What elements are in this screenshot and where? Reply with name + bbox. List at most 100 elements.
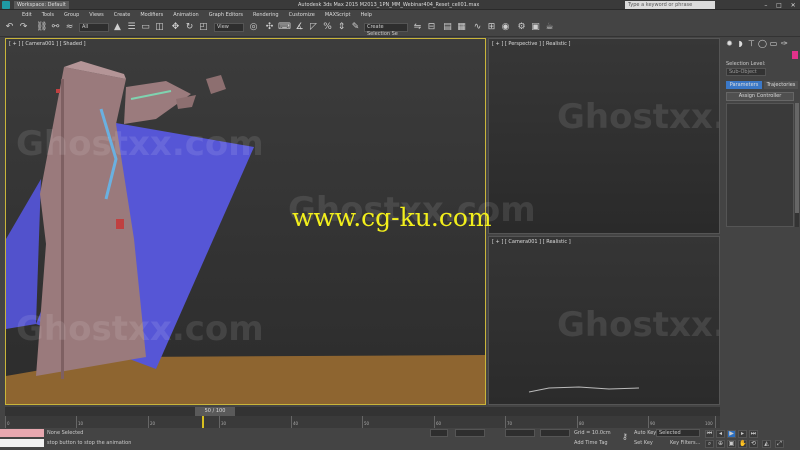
prev-frame-icon[interactable]: ◂ [716,430,725,438]
ref-coord-dropdown[interactable]: View [214,23,244,32]
create-tab-icon[interactable]: ✹ [725,39,734,48]
key-set-dropdown[interactable]: Selected [656,429,700,437]
render-setup-icon[interactable]: ⚙ [516,22,527,33]
menu-customize[interactable]: Customize [289,12,315,18]
curve-editor-icon[interactable]: ∿ [472,22,483,33]
zoom-all-icon[interactable]: ⊕ [716,440,725,448]
minimize-button[interactable]: – [764,2,767,9]
window-crossing-icon[interactable]: ◫ [154,22,165,33]
tick-label: 10 [78,421,84,426]
pan-icon[interactable]: ✋ [738,440,747,448]
menu-tools[interactable]: Tools [42,12,54,18]
select-object-icon[interactable]: ▲ [112,22,123,33]
key-icon[interactable]: ⚷ [622,433,628,441]
maximize-button[interactable]: □ [776,2,782,9]
rect-selection-icon[interactable]: ▭ [140,22,151,33]
orbit-icon[interactable]: ⟲ [749,440,758,448]
keyboard-shortcut-icon[interactable]: ⌨ [278,22,291,33]
time-slider[interactable]: 50 / 100 [5,407,720,416]
coord-x-field[interactable] [455,429,485,437]
maxscript-listener-input[interactable] [0,429,44,437]
close-button[interactable]: ✕ [791,2,796,9]
tab-trajectories[interactable]: Trajectories [764,81,798,89]
scrollbar-thumb[interactable] [795,103,799,213]
play-icon[interactable]: ▶ [727,430,736,438]
tick-label: 70 [507,421,513,426]
menu-views[interactable]: Views [89,12,103,18]
object-color-swatch[interactable] [792,51,798,59]
menu-animation[interactable]: Animation [173,12,199,18]
next-frame-icon[interactable]: ▸ [738,430,747,438]
unlink-icon[interactable]: ⚯ [50,22,61,33]
redo-icon[interactable]: ↷ [18,22,29,33]
zoom-icon[interactable]: ⌕ [705,440,714,448]
link-icon[interactable]: ⛓ [36,22,47,33]
select-by-name-icon[interactable]: ☰ [126,22,137,33]
main-toolbar: ↶ ↷ ⛓ ⚯ ≈ All ▲ ☰ ▭ ◫ ✥ ↻ ◰ View ◎ ✣ ⌨ ∡… [0,19,800,37]
menu-maxscript[interactable]: MAXScript [325,12,351,18]
search-input[interactable]: Type a keyword or phrase [625,1,715,9]
move-icon[interactable]: ✥ [170,22,181,33]
menu-group[interactable]: Group [64,12,79,18]
bind-space-warp-icon[interactable]: ≈ [64,22,75,33]
selection-filter-dropdown[interactable]: All [79,23,109,32]
coord-z-field[interactable] [540,429,570,437]
material-editor-icon[interactable]: ◉ [500,22,511,33]
modify-tab-icon[interactable]: ◗ [736,39,745,48]
add-time-tag[interactable]: Add Time Tag [574,439,608,447]
layer-manager-icon[interactable]: ▤ [442,22,453,33]
align-icon[interactable]: ⊟ [426,22,437,33]
hierarchy-tab-icon[interactable]: ⊤ [747,39,756,48]
maxscript-listener-output[interactable] [0,439,44,447]
menu-rendering[interactable]: Rendering [253,12,279,18]
scale-icon[interactable]: ◰ [198,22,209,33]
select-manipulate-icon[interactable]: ✣ [264,22,275,33]
rendered-frame-icon[interactable]: ▣ [530,22,541,33]
angle-snap-icon[interactable]: ◸ [308,22,319,33]
rotate-icon[interactable]: ↻ [184,22,195,33]
spinner-snap-icon[interactable]: ⇕ [336,22,347,33]
viewport-camera-realistic[interactable]: [ + ] [ Camera001 ] [ Realistic ] Ghostx… [488,236,720,405]
assign-controller-rollout[interactable]: Assign Controller [726,92,794,101]
viewport-label[interactable]: [ + ] [ Perspective ] [ Realistic ] [492,41,570,47]
goto-end-icon[interactable]: ⏭ [749,430,758,438]
set-key-button[interactable]: Set Key [634,439,653,447]
menu-create[interactable]: Create [114,12,131,18]
snaps-toggle-icon[interactable]: ∡ [294,22,305,33]
controller-list[interactable] [726,103,794,227]
fov-icon[interactable]: ◭ [762,440,771,448]
watermark-cgku: www.cg-ku.com [292,203,492,232]
menu-help[interactable]: Help [361,12,372,18]
edit-named-sel-icon[interactable]: ✎ [350,22,361,33]
debris-piece [206,75,226,94]
auto-key-button[interactable]: Auto Key [634,429,656,437]
tick-label: 20 [150,421,156,426]
menu-modifiers[interactable]: Modifiers [140,12,163,18]
command-panel-scrollbar[interactable] [795,103,799,227]
menu-graph-editors[interactable]: Graph Editors [209,12,243,18]
lock-selection-toggle[interactable] [430,429,448,437]
zoom-extents-icon[interactable]: ▣ [727,440,736,448]
track-bar[interactable]: 0 10 20 30 40 50 60 70 80 90 100 [5,416,720,428]
motion-tab-icon[interactable]: ◯ [758,39,767,48]
pivot-center-icon[interactable]: ◎ [248,22,259,33]
menu-edit[interactable]: Edit [22,12,32,18]
app-icon[interactable] [2,1,10,9]
tab-parameters[interactable]: Parameters [726,81,762,89]
schematic-view-icon[interactable]: ⊞ [486,22,497,33]
coord-y-field[interactable] [505,429,535,437]
time-slider-handle[interactable]: 50 / 100 [195,407,235,416]
graphite-icon[interactable]: ▦ [456,22,467,33]
workspace-dropdown[interactable]: Workspace: Default [14,1,69,9]
render-production-icon[interactable]: ☕ [544,22,555,33]
key-filters-button[interactable]: Key Filters... [670,439,700,447]
named-selection-dropdown[interactable]: Create Selection Se [364,23,408,37]
percent-snap-icon[interactable]: % [322,22,333,33]
display-tab-icon[interactable]: ▭ [769,39,778,48]
goto-start-icon[interactable]: ⏮ [705,430,714,438]
utilities-tab-icon[interactable]: ✑ [780,39,789,48]
maximize-viewport-icon[interactable]: ⤢ [775,440,784,448]
undo-icon[interactable]: ↶ [4,22,15,33]
selection-level-dropdown[interactable]: Sub-Object [726,68,766,76]
mirror-icon[interactable]: ⇋ [412,22,423,33]
